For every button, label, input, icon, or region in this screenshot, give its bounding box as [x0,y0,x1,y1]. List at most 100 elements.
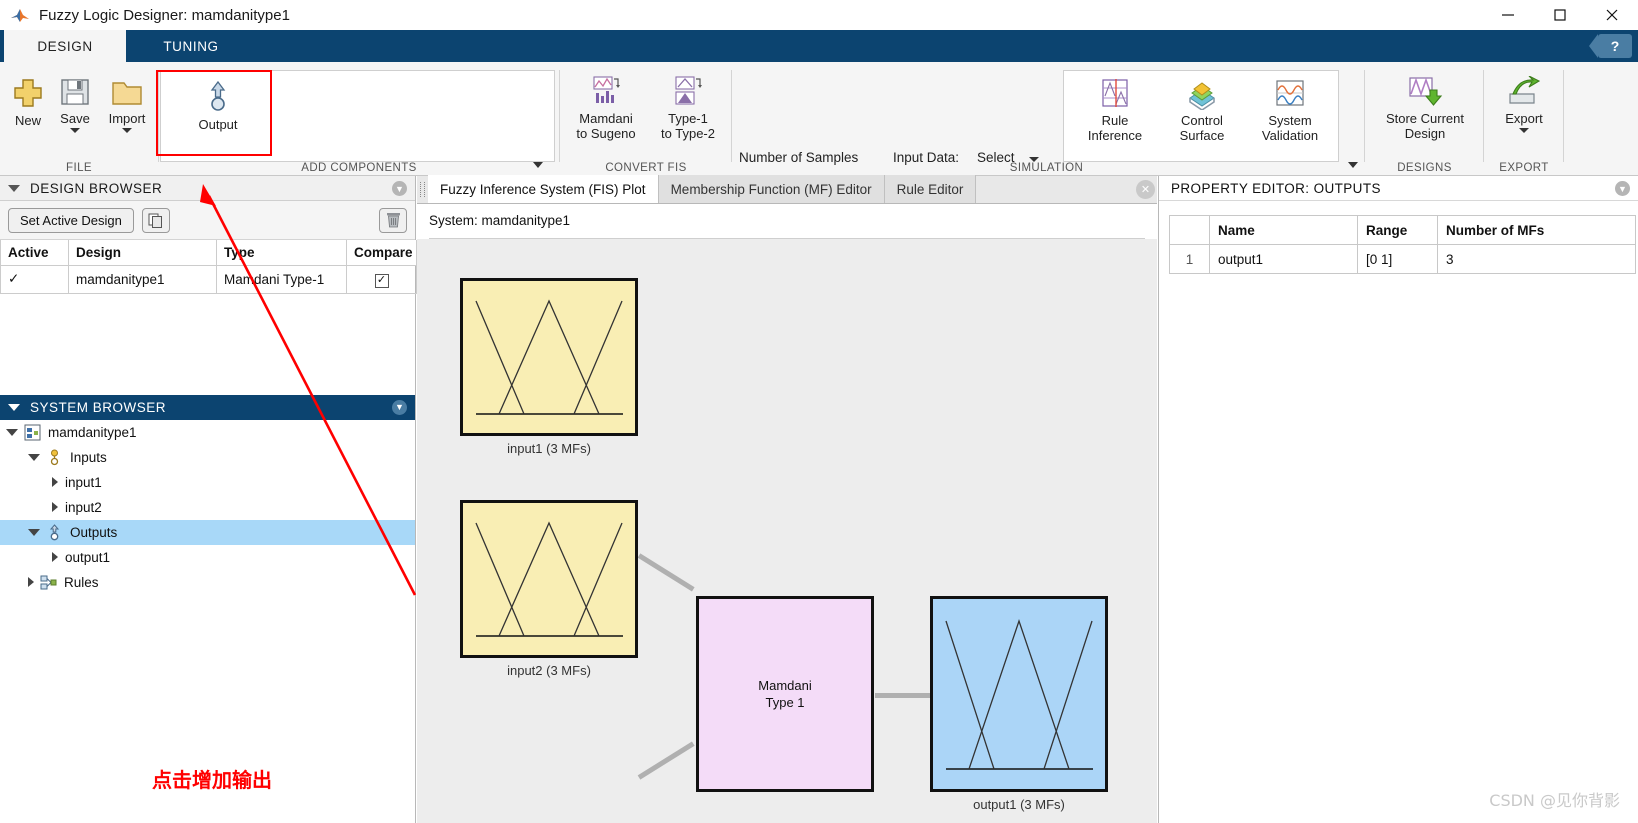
fis-diagram-canvas: input1 (3 MFs) input2 (3 MFs) Mamdani Ty… [417,239,1157,823]
col-number-of-mfs: Number of MFs [1437,215,1636,245]
tab-tuning[interactable]: TUNING [130,30,252,62]
fis-block-output1[interactable] [930,596,1108,792]
ribbon-divider-6 [1563,70,1564,162]
save-dropdown-caret[interactable] [70,128,80,133]
chevron-down-icon[interactable] [28,453,40,461]
system-browser-collapse-icon[interactable] [8,403,20,411]
rule-inference-label-1: Rule [1101,113,1129,128]
tree-node-mamdanitype1[interactable]: mamdanitype1 [0,420,415,445]
rule-inference-label-2: Inference [1087,128,1143,143]
input-data-caret[interactable] [1029,157,1039,162]
new-button[interactable]: New [6,76,50,128]
tree-node-input1[interactable]: input1 [0,470,415,495]
store-current-design-button[interactable]: Store Current Design [1370,76,1480,141]
tree-node-input2[interactable]: input2 [0,495,415,520]
copy-design-button[interactable] [141,207,170,233]
tree-node-outputs[interactable]: Outputs [0,519,415,545]
table-row[interactable]: ✓ mamdanitype1 Mamdani Type-1 ✓ [0,265,417,294]
tab-rule-editor[interactable]: Rule Editor [884,175,977,203]
wire-engine-to-output1 [875,693,931,698]
input-data-select[interactable]: Select [977,150,1015,165]
new-plus-icon [14,79,42,107]
compare-checkbox[interactable]: ✓ [374,273,389,288]
chevron-right-icon[interactable] [28,577,34,587]
chevron-down-icon[interactable] [28,528,40,536]
help-button[interactable]: ? [1589,34,1632,58]
matlab-icon [10,6,30,24]
chevron-right-icon[interactable] [52,477,58,487]
control-surface-icon [1189,82,1215,110]
system-validation-label-1: System [1268,113,1312,128]
tree-node-inputs[interactable]: Inputs [0,445,415,470]
fis-label-output1: output1 (3 MFs) [973,797,1065,812]
annotation-text-click-add-output: 点击增加输出 [152,768,272,792]
engine-label-line1: Mamdani [758,678,812,693]
tab-mf-editor[interactable]: Membership Function (MF) Editor [658,175,885,203]
cell-name[interactable]: output1 [1209,244,1358,274]
cell-range[interactable]: [0 1] [1357,244,1438,274]
close-button[interactable] [1586,0,1638,30]
system-browser-options-icon[interactable]: ▼ [392,399,407,415]
cell-design: mamdanitype1 [68,265,217,294]
import-dropdown-caret[interactable] [122,128,132,133]
ribbon-tab-strip: DESIGN TUNING ? [0,30,1638,62]
design-browser-header[interactable]: DESIGN BROWSER ▼ [0,176,415,201]
table-row[interactable]: 1 output1 [0 1] 3 [1169,244,1636,274]
set-active-design-button[interactable]: Set Active Design [8,207,134,233]
rules-icon [40,574,57,591]
input1-mf-plot [475,299,623,415]
system-validation-icon [1276,80,1304,106]
rule-inference-button[interactable]: Rule Inference [1082,78,1148,143]
cell-type: Mamdani Type-1 [216,265,347,294]
tree-label: input2 [65,499,102,515]
cell-compare[interactable]: ✓ [346,265,417,294]
system-browser-title: SYSTEM BROWSER [30,399,167,415]
add-output-button[interactable]: Output [187,80,249,132]
close-icon[interactable]: ✕ [1136,180,1155,199]
chevron-right-icon[interactable] [52,502,58,512]
tree-node-rules[interactable]: Rules [0,570,415,595]
control-surface-button[interactable]: Control Surface [1170,78,1234,143]
type1-to-type2-icon [675,76,702,105]
save-button[interactable]: Save [52,76,98,133]
export-icon [1509,76,1541,104]
export-button-label: Export [1505,111,1543,126]
tab-fis-plot[interactable]: Fuzzy Inference System (FIS) Plot [428,175,659,203]
save-button-label: Save [60,111,90,126]
fis-icon [24,424,41,441]
import-button[interactable]: Import [100,76,154,133]
number-of-samples-label: Number of Samples [739,150,859,165]
design-browser-collapse-icon[interactable] [8,184,20,192]
simulation-more-caret[interactable] [1348,162,1358,168]
fis-block-input1[interactable] [460,278,638,436]
ribbon-group-designs: Store Current Design DESIGNS [1366,62,1483,176]
cell-number-of-mfs[interactable]: 3 [1437,244,1636,274]
design-browser-empty-area [0,293,415,395]
system-validation-button[interactable]: System Validation [1252,78,1328,143]
system-browser-header[interactable]: SYSTEM BROWSER ▼ [0,394,415,420]
maximize-button[interactable] [1534,0,1586,30]
chevron-right-icon[interactable] [52,552,58,562]
tree-label: input1 [65,474,102,490]
control-surface-label-1: Control [1181,113,1223,128]
fis-block-input2[interactable] [460,500,638,658]
fis-block-engine[interactable]: Mamdani Type 1 [696,596,874,792]
minimize-button[interactable] [1482,0,1534,30]
col-name: Name [1209,215,1358,245]
chevron-down-icon[interactable] [6,428,18,436]
tab-bar-grip[interactable] [417,175,428,203]
design-browser-options-icon[interactable]: ▼ [392,181,407,196]
export-button[interactable]: Export [1493,76,1555,133]
delete-design-button[interactable] [379,207,407,233]
window-controls [1482,0,1638,30]
col-type: Type [216,240,347,266]
tree-node-output1[interactable]: output1 [0,545,415,570]
export-dropdown-caret[interactable] [1519,128,1529,133]
mamdani-to-sugeno-button[interactable]: Mamdani to Sugeno [565,74,647,141]
tab-design[interactable]: DESIGN [4,30,126,62]
type1-to-type2-button[interactable]: Type-1 to Type-2 [649,74,727,141]
property-editor-options-icon[interactable]: ▼ [1615,181,1630,196]
left-panel: DESIGN BROWSER ▼ Set Active Design Activ… [0,176,417,823]
design-browser-table: Active Design Type Compare ✓ mamdanitype… [0,240,417,294]
store-current-design-label-1: Store Current [1385,111,1465,126]
